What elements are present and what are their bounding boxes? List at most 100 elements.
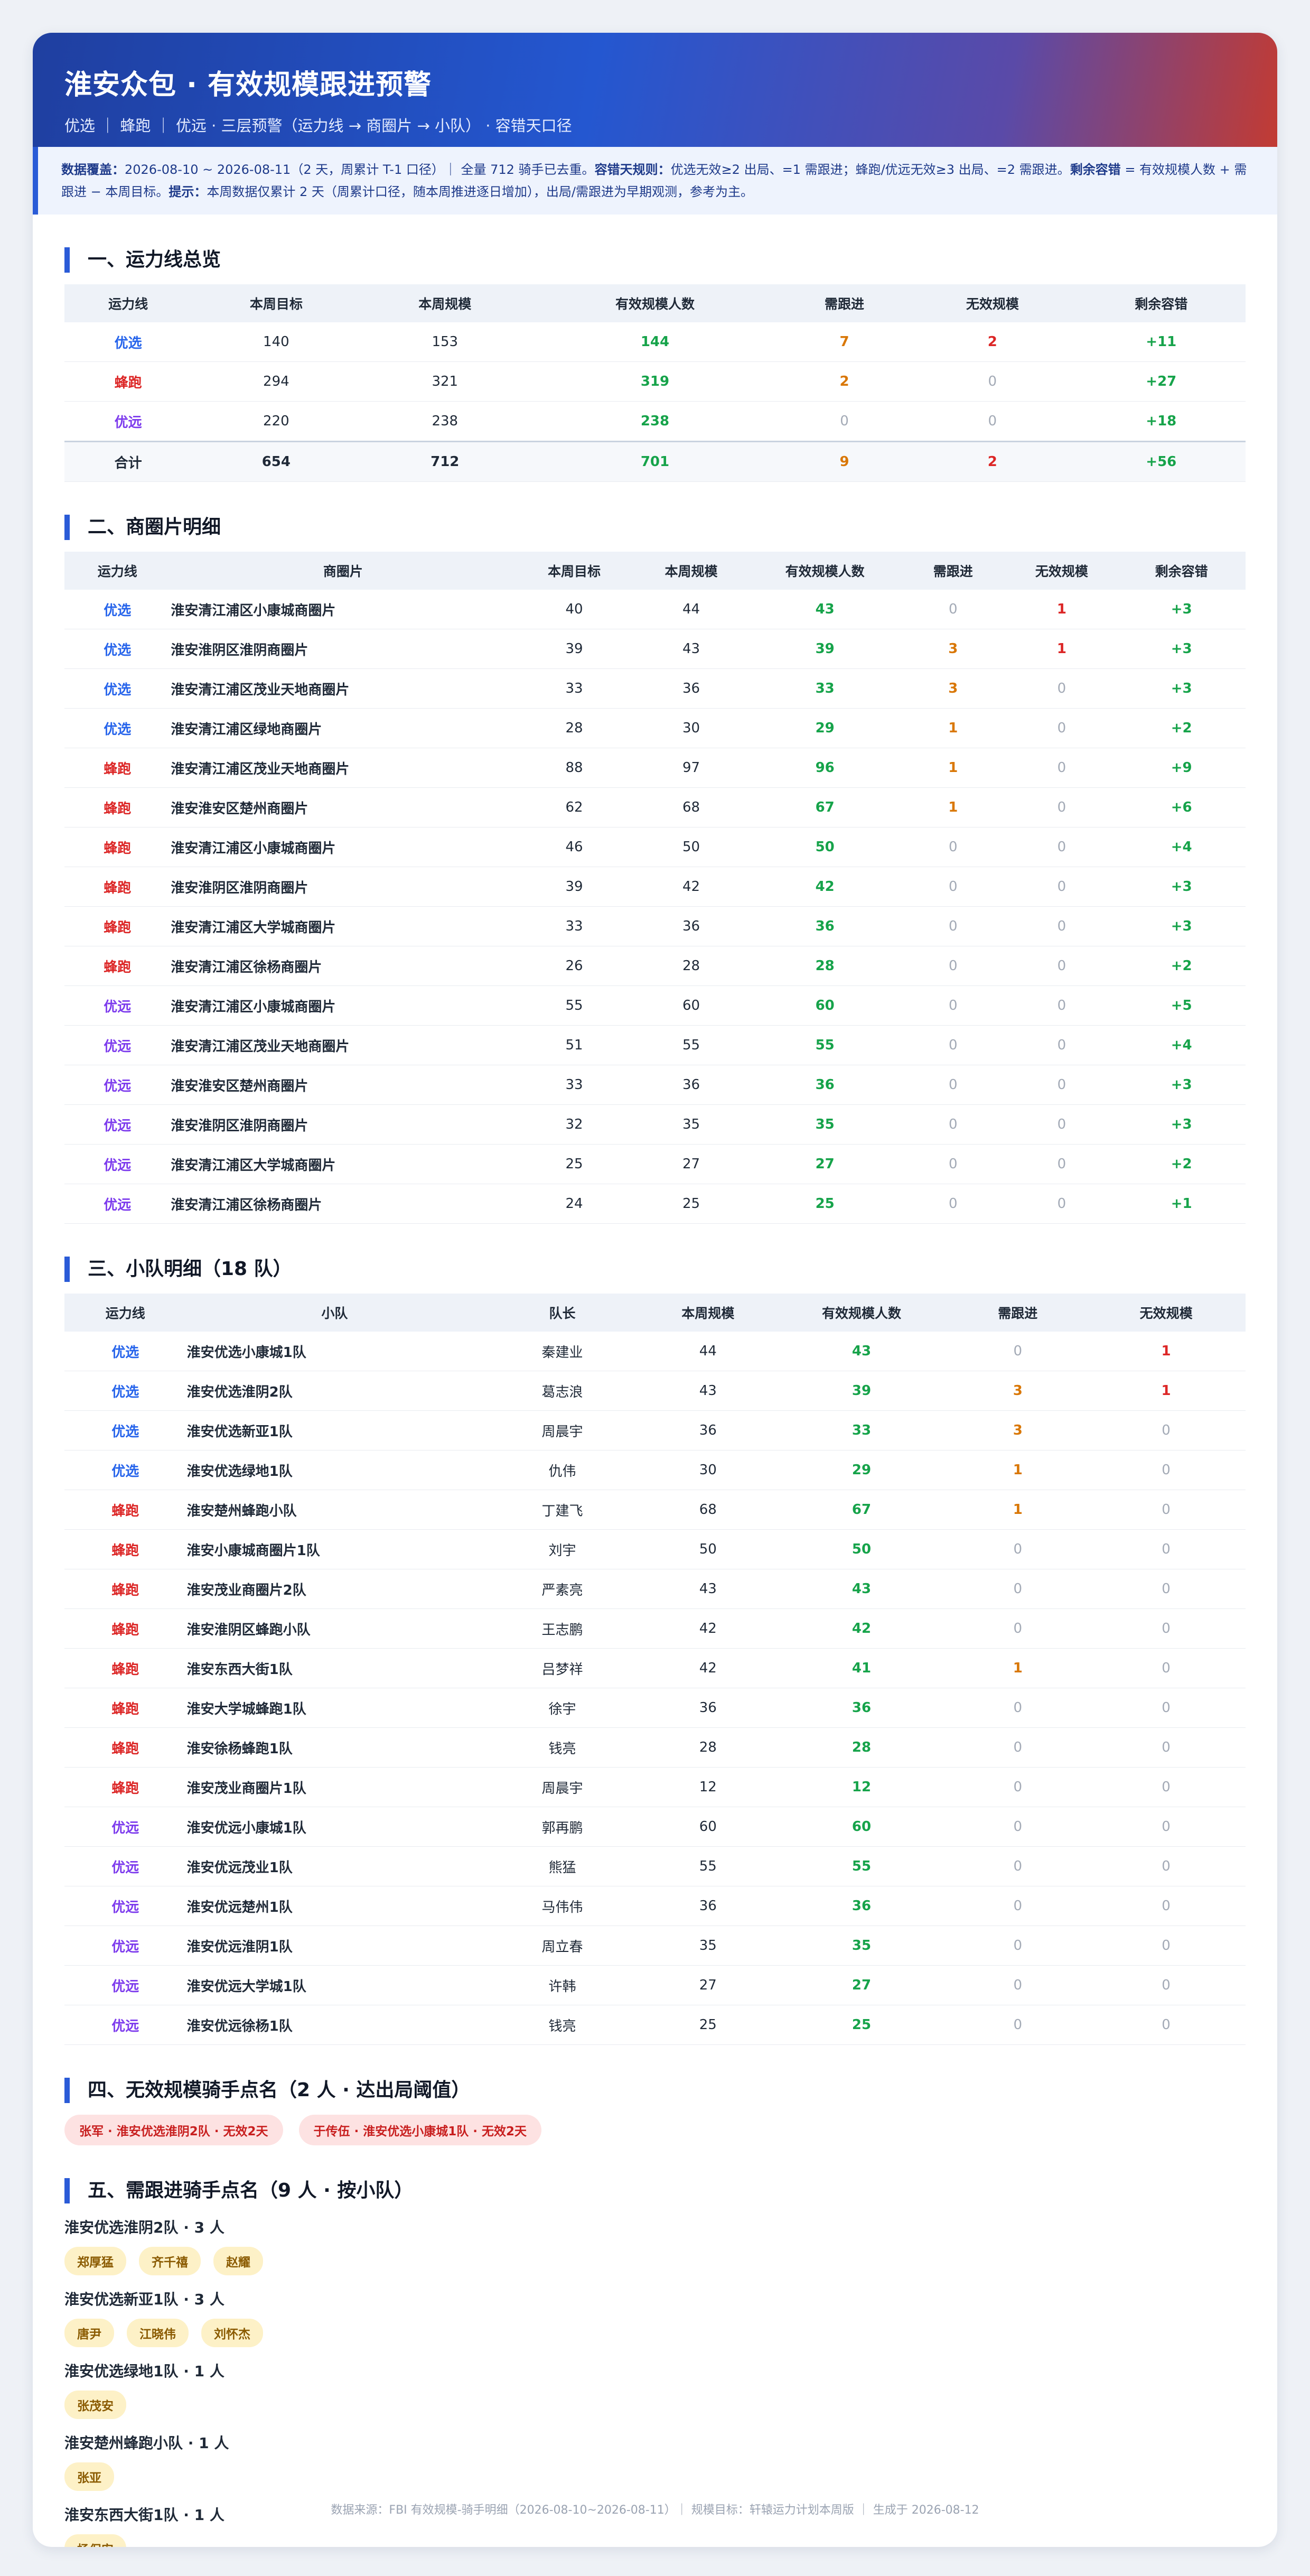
table-row: 优远 淮安优远徐杨1队 钱亮 25 25 0 0 — [64, 2005, 1246, 2045]
team-detail-table: 运力线 小队 队长 本周规模 有效规模人数 需跟进 无效规模 优选 淮安优选小康城1队 秦建业 4… — [64, 1294, 1246, 2045]
cell-margin: +2 — [1117, 708, 1246, 748]
cell-invalid: 2 — [908, 322, 1077, 362]
rider-chip: 赵耀 — [213, 2247, 263, 2275]
cell-effective: 39 — [750, 629, 901, 669]
cell-team: 淮安茂业商圈片1队 — [186, 1767, 483, 1807]
cell-line: 蜂跑 — [64, 1608, 186, 1649]
cell-follow: 0 — [900, 867, 1006, 907]
cell-invalid: 1 — [1006, 629, 1118, 669]
cell-follow: 0 — [900, 590, 1006, 629]
cell-line: 优远 — [64, 1104, 171, 1145]
column-header: 无效规模 — [1006, 552, 1118, 590]
cell-line: 蜂跑 — [64, 827, 171, 867]
table-row: 优选 淮安清江浦区小康城商圈片 40 44 43 0 1 +3 — [64, 590, 1246, 629]
cell-invalid: 0 — [1087, 1807, 1246, 1847]
cell-effective: 35 — [774, 1926, 949, 1966]
column-header: 有效规模人数 — [529, 284, 781, 322]
cell-follow: 0 — [949, 1965, 1087, 2005]
total-follow: 9 — [780, 441, 909, 482]
rider-chip: 张亚 — [64, 2462, 114, 2491]
column-header: 本周目标 — [516, 552, 633, 590]
cell-leader: 郭再鹏 — [483, 1807, 642, 1847]
cell-scale: 27 — [632, 1144, 750, 1184]
cell-line: 蜂跑 — [64, 1688, 186, 1728]
cell-area: 淮安清江浦区小康城商圈片 — [170, 590, 516, 629]
cell-line: 蜂跑 — [64, 1490, 186, 1530]
cell-target: 25 — [516, 1144, 633, 1184]
total-row: 合计 654 712 701 9 2 +56 — [64, 441, 1246, 482]
cell-scale: 25 — [632, 1184, 750, 1224]
cell-follow: 0 — [949, 1926, 1087, 1966]
cell-line: 优选 — [64, 1332, 186, 1371]
column-header: 剩余容错 — [1117, 552, 1246, 590]
cell-effective: 27 — [750, 1144, 901, 1184]
cell-line: 优选 — [64, 590, 171, 629]
report-card: 淮安众包 · 有效规模跟进预警 优选 ｜ 蜂跑 ｜ 优远 · 三层预警（运力线 … — [33, 33, 1277, 2547]
rider-chip: 张茂安 — [64, 2391, 126, 2419]
follow-rider-chips: 杨保安 — [64, 2534, 1246, 2547]
column-header: 需跟进 — [949, 1294, 1087, 1332]
report-header: 淮安众包 · 有效规模跟进预警 优选 ｜ 蜂跑 ｜ 优远 · 三层预警（运力线 … — [33, 33, 1277, 147]
cell-invalid: 0 — [908, 361, 1077, 402]
cell-follow: 0 — [900, 1144, 1006, 1184]
cell-follow: 0 — [900, 1104, 1006, 1145]
table-row: 优远 淮安优远淮阴1队 周立春 35 35 0 0 — [64, 1926, 1246, 1966]
cell-scale: 36 — [632, 1065, 750, 1105]
cell-scale: 36 — [641, 1410, 774, 1450]
cell-effective: 60 — [750, 985, 901, 1026]
cell-line: 蜂跑 — [64, 1569, 186, 1609]
coverage-text: 2026-08-10 ~ 2026-08-11（2 天，周累计 T-1 口径）｜… — [125, 162, 595, 177]
cell-margin: +9 — [1117, 748, 1246, 788]
column-header: 小队 — [186, 1294, 483, 1332]
section4-title: 四、无效规模骑手点名（2 人 · 达出局阈值） — [64, 2078, 1246, 2103]
cell-team: 淮安东西大街1队 — [186, 1648, 483, 1688]
cell-line: 蜂跑 — [64, 361, 192, 402]
cell-margin: +3 — [1117, 590, 1246, 629]
cell-margin: +6 — [1117, 787, 1246, 827]
cell-effective: 60 — [774, 1807, 949, 1847]
cell-follow: 0 — [949, 1727, 1087, 1768]
cell-margin: +4 — [1117, 1025, 1246, 1065]
cell-target: 39 — [516, 629, 633, 669]
cell-invalid: 0 — [1006, 906, 1118, 946]
cell-follow: 0 — [949, 1767, 1087, 1807]
column-header: 本周规模 — [632, 552, 750, 590]
cell-invalid: 0 — [1087, 1450, 1246, 1490]
cell-scale: 36 — [632, 906, 750, 946]
cell-invalid: 0 — [1087, 1648, 1246, 1688]
cell-target: 40 — [516, 590, 633, 629]
follow-group-title: 淮安楚州蜂跑小队 · 1 人 — [64, 2434, 229, 2452]
cell-effective: 50 — [774, 1529, 949, 1569]
cell-leader: 吕梦祥 — [483, 1648, 642, 1688]
cell-area: 淮安清江浦区茂业天地商圈片 — [170, 748, 516, 788]
cell-scale: 321 — [360, 361, 529, 402]
cell-follow: 0 — [949, 1807, 1087, 1847]
total-scale: 712 — [360, 441, 529, 482]
cell-follow: 0 — [949, 2005, 1087, 2045]
follow-rider-groups: 淮安优选淮阴2队 · 3 人郑厚猛 齐千禧 赵耀 淮安优选新亚1队 · 3 人唐尹 江晓… — [64, 2216, 1246, 2547]
cell-leader: 丁建飞 — [483, 1490, 642, 1530]
cell-line: 优选 — [64, 629, 171, 669]
table-row: 优选 淮安清江浦区茂业天地商圈片 33 36 33 3 0 +3 — [64, 668, 1246, 709]
cell-invalid: 0 — [1087, 1410, 1246, 1450]
cell-invalid: 0 — [1087, 1569, 1246, 1609]
cell-scale: 35 — [641, 1926, 774, 1966]
cell-target: 26 — [516, 946, 633, 986]
coverage-label: 数据覆盖： — [61, 162, 125, 177]
follow-group: 淮安优选淮阴2队 · 3 人郑厚猛 齐千禧 赵耀 — [64, 2216, 1246, 2275]
cell-scale: 30 — [641, 1450, 774, 1490]
tip-label: 提示： — [169, 184, 207, 199]
cell-area: 淮安清江浦区茂业天地商圈片 — [170, 668, 516, 709]
cell-invalid: 0 — [1087, 1767, 1246, 1807]
cell-target: 62 — [516, 787, 633, 827]
cell-scale: 27 — [641, 1965, 774, 2005]
cell-margin: +4 — [1117, 827, 1246, 867]
cell-line: 蜂跑 — [64, 748, 171, 788]
cell-margin: +3 — [1117, 906, 1246, 946]
cell-target: 294 — [192, 361, 361, 402]
follow-group-title: 淮安优选新亚1队 · 3 人 — [64, 2291, 224, 2308]
table-row: 蜂跑 淮安楚州蜂跑小队 丁建飞 68 67 1 0 — [64, 1490, 1246, 1530]
cell-effective: 36 — [750, 906, 901, 946]
rider-chip: 郑厚猛 — [64, 2247, 126, 2275]
cell-scale: 25 — [641, 2005, 774, 2045]
